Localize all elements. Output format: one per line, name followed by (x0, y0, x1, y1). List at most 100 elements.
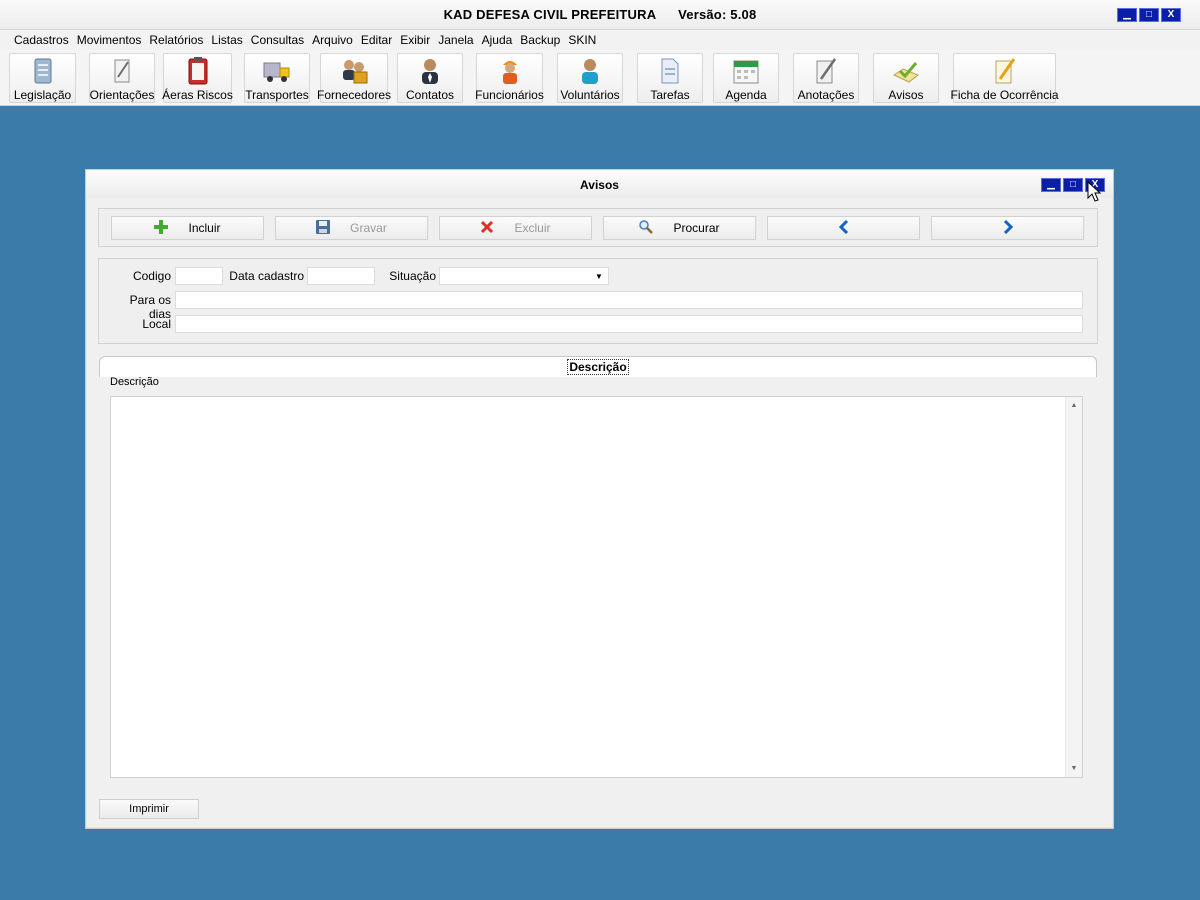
menu-movimentos[interactable]: Movimentos (73, 33, 146, 47)
toolbar-orientacoes-button[interactable]: Orientações (89, 53, 155, 103)
toolbar: Legislação Orientações Áeras Riscos Tran… (0, 50, 1200, 106)
magnifier-icon (639, 219, 654, 237)
status-select[interactable]: ▼ (439, 267, 609, 285)
avisos-window: Avisos ▁ □ X Incluir Gravar Excluir Proc… (85, 169, 1114, 829)
avisos-title-bar[interactable]: Avisos ▁ □ X (86, 170, 1113, 198)
app-version: Versão: 5.08 (678, 7, 757, 22)
app-title: KAD DEFESA CIVIL PREFEITURA (443, 7, 657, 22)
description-scrollbar[interactable]: ▲ ▼ (1065, 397, 1082, 777)
toolbar-label: Funcionários (475, 88, 544, 102)
app-minimize-button[interactable]: ▁ (1117, 8, 1137, 22)
calendar-icon (730, 56, 762, 86)
truck-icon (261, 56, 293, 86)
menu-editar[interactable]: Editar (357, 33, 396, 47)
avisos-window-title: Avisos (580, 178, 619, 192)
task-page-icon (654, 56, 686, 86)
local-input[interactable] (175, 315, 1083, 333)
toolbar-ficha-ocorrencia-button[interactable]: Ficha de Ocorrência (950, 53, 1059, 103)
worker-icon (494, 56, 526, 86)
toolbar-contatos-button[interactable]: Contatos (397, 53, 463, 103)
app-maximize-button[interactable]: □ (1139, 8, 1159, 22)
document-icon (27, 56, 59, 86)
avisos-minimize-button[interactable]: ▁ (1041, 178, 1061, 192)
chevron-down-icon[interactable]: ▼ (591, 269, 607, 283)
date-input[interactable] (307, 267, 375, 285)
avisos-maximize-button[interactable]: □ (1063, 178, 1083, 192)
save-button[interactable]: Gravar (275, 216, 428, 240)
app-title-bar: KAD DEFESA CIVIL PREFEITURA Versão: 5.08… (0, 0, 1200, 30)
toolbar-label: Fornecedores (316, 88, 392, 102)
toolbar-label: Transportes (245, 88, 309, 102)
chevron-left-icon (838, 219, 850, 237)
note-pencil-icon (106, 56, 138, 86)
next-record-button[interactable] (931, 216, 1084, 240)
suppliers-icon (338, 56, 370, 86)
delete-button-label: Excluir (514, 221, 551, 235)
description-textarea[interactable]: ▲ ▼ (110, 396, 1083, 778)
form-panel: Codigo Data cadastro Situação ▼ Para os … (98, 258, 1098, 344)
checkmark-icon (890, 56, 922, 86)
toolbar-tarefas-button[interactable]: Tarefas (637, 53, 703, 103)
toolbar-label: Avisos (888, 88, 924, 102)
toolbar-fornecedores-button[interactable]: Fornecedores (316, 53, 392, 103)
toolbar-agenda-button[interactable]: Agenda (713, 53, 779, 103)
include-button[interactable]: Incluir (111, 216, 264, 240)
menu-skin[interactable]: SKIN (564, 33, 600, 47)
toolbar-label: Contatos (405, 88, 455, 102)
toolbar-transportes-button[interactable]: Transportes (244, 53, 310, 103)
delete-button[interactable]: Excluir (439, 216, 592, 240)
menu-arquivo[interactable]: Arquivo (308, 33, 357, 47)
chevron-right-icon (1002, 219, 1014, 237)
print-button[interactable]: Imprimir (99, 799, 199, 819)
toolbar-label: Orientações (89, 88, 155, 102)
menu-cadastros[interactable]: Cadastros (10, 33, 73, 47)
app-close-button[interactable]: X (1161, 8, 1181, 22)
save-button-label: Gravar (350, 221, 387, 235)
x-delete-icon (480, 220, 494, 237)
status-label: Situação (389, 269, 436, 283)
mouse-cursor-icon (1087, 180, 1102, 206)
toolbar-funcionarios-button[interactable]: Funcionários (475, 53, 544, 103)
toolbar-anotacoes-button[interactable]: Anotações (793, 53, 859, 103)
scroll-down-arrow-icon[interactable]: ▼ (1066, 765, 1082, 772)
toolbar-legislacao-button[interactable]: Legislação (9, 53, 76, 103)
menu-backup[interactable]: Backup (516, 33, 564, 47)
menu-listas[interactable]: Listas (207, 33, 246, 47)
days-input[interactable] (175, 291, 1083, 309)
toolbar-label: Voluntários (560, 88, 620, 102)
tab-descricao[interactable]: Descrição (99, 356, 1097, 377)
toolbar-voluntarios-button[interactable]: Voluntários (557, 53, 623, 103)
description-label: Descrição (110, 376, 159, 388)
form-pencil-icon (989, 56, 1021, 86)
search-button[interactable]: Procurar (603, 216, 756, 240)
menu-exibir[interactable]: Exibir (396, 33, 434, 47)
toolbar-label: Anotações (797, 88, 855, 102)
date-label: Data cadastro (229, 269, 304, 283)
previous-record-button[interactable] (767, 216, 920, 240)
menu-ajuda[interactable]: Ajuda (478, 33, 517, 47)
menu-bar: Cadastros Movimentos Relatórios Listas C… (0, 30, 1200, 50)
toolbar-label: Ficha de Ocorrência (950, 88, 1059, 102)
action-bar: Incluir Gravar Excluir Procurar (98, 208, 1098, 247)
floppy-disk-icon (316, 219, 331, 237)
volunteer-icon (574, 56, 606, 86)
app-window-controls: ▁ □ X (1117, 8, 1181, 22)
toolbar-areas-riscos-button[interactable]: Áeras Riscos (162, 53, 233, 103)
notepad-icon (810, 56, 842, 86)
toolbar-label: Tarefas (650, 88, 690, 102)
toolbar-label: Áeras Riscos (162, 88, 233, 102)
local-label: Local (142, 317, 171, 331)
plus-icon (154, 219, 169, 237)
contact-person-icon (414, 56, 446, 86)
menu-consultas[interactable]: Consultas (247, 33, 308, 47)
search-button-label: Procurar (673, 221, 720, 235)
code-label: Codigo (132, 269, 171, 283)
scroll-up-arrow-icon[interactable]: ▲ (1066, 402, 1082, 409)
toolbar-avisos-button[interactable]: Avisos (873, 53, 939, 103)
code-input[interactable] (175, 267, 223, 285)
include-button-label: Incluir (188, 221, 221, 235)
menu-relatorios[interactable]: Relatórios (145, 33, 207, 47)
menu-janela[interactable]: Janela (434, 33, 477, 47)
toolbar-label: Agenda (725, 88, 767, 102)
clipboard-icon (182, 56, 214, 86)
